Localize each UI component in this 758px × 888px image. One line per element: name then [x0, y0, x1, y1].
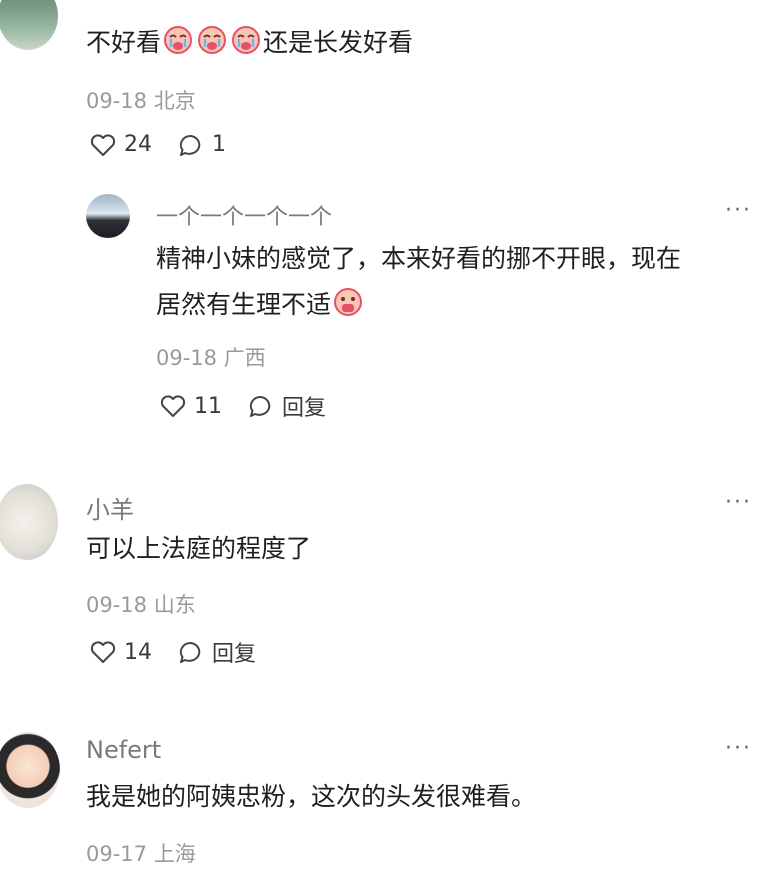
comment-date: 09-18 [86, 593, 148, 617]
comment-actions: 24 1 [90, 132, 226, 157]
user-avatar[interactable] [86, 194, 130, 238]
comment-actions: 14 回复 [90, 636, 256, 668]
comment-bubble-icon [178, 640, 204, 664]
reply-count: 1 [212, 132, 226, 157]
comment-text-after: 还是长发好看 [263, 28, 414, 57]
comment-location: 上海 [153, 842, 196, 866]
user-name[interactable]: Nefert [86, 736, 161, 764]
crying-face-emoji-icon [197, 24, 227, 70]
comment-actions: 11 回复 [160, 390, 326, 422]
crying-face-emoji-icon [163, 24, 193, 70]
comment-date: 09-17 [86, 842, 148, 866]
user-avatar[interactable] [0, 484, 58, 560]
more-options-icon[interactable]: ··· [725, 490, 752, 515]
user-avatar[interactable] [0, 0, 58, 50]
comment-date: 09-18 [86, 89, 148, 113]
like-count: 24 [124, 132, 152, 157]
user-avatar[interactable] [0, 732, 60, 808]
comment-bubble-icon [178, 133, 204, 157]
like-button[interactable]: 24 [90, 132, 152, 157]
like-count: 11 [194, 393, 222, 419]
comment-meta: 09-18 广西 [156, 342, 266, 372]
comment-text-line1: 精神小妹的感觉了，本来好看的挪不开眼，现在 [156, 244, 682, 273]
more-options-icon[interactable]: ··· [725, 736, 752, 761]
anguished-face-emoji-icon [333, 286, 363, 332]
comment-location: 山东 [153, 593, 196, 617]
more-options-icon[interactable]: ··· [725, 198, 752, 223]
heart-icon [90, 640, 116, 664]
comment-location: 广西 [223, 346, 266, 370]
reply-label: 回复 [212, 642, 257, 667]
heart-icon [160, 394, 186, 418]
comment-meta: 09-18 北京 [86, 85, 196, 115]
like-count: 14 [124, 639, 152, 665]
comment-text-line2: 居然有生理不适 [156, 290, 332, 319]
like-button[interactable]: 14 [90, 640, 152, 665]
comment-text-before: 不好看 [86, 28, 162, 57]
comment-location: 北京 [153, 89, 196, 113]
comment-meta: 09-17 上海 [86, 838, 196, 868]
like-button[interactable]: 11 [160, 394, 222, 419]
crying-face-emoji-icon [231, 24, 261, 70]
comment-text: 我是她的阿姨忠粉，这次的头发很难看。 [86, 782, 537, 811]
heart-icon [90, 133, 116, 157]
comment-text: 精神小妹的感觉了，本来好看的挪不开眼，现在 居然有生理不适 [156, 236, 681, 332]
reply-label: 回复 [282, 396, 327, 421]
user-name[interactable]: 小羊 [86, 490, 134, 525]
reply-button[interactable]: 1 [178, 132, 226, 157]
comment-date: 09-18 [156, 346, 218, 370]
comment-text-line2-wrap: 居然有生理不适 [156, 282, 681, 332]
comment-bubble-icon [248, 394, 274, 418]
reply-button[interactable]: 回复 [248, 390, 326, 422]
comment-text: 不好看 还是长发好看 [86, 20, 413, 70]
comment-meta: 09-18 山东 [86, 589, 196, 619]
reply-button[interactable]: 回复 [178, 636, 256, 668]
user-name[interactable]: 一个一个一个一个 [156, 199, 332, 231]
comment-text: 可以上法庭的程度了 [86, 534, 312, 563]
